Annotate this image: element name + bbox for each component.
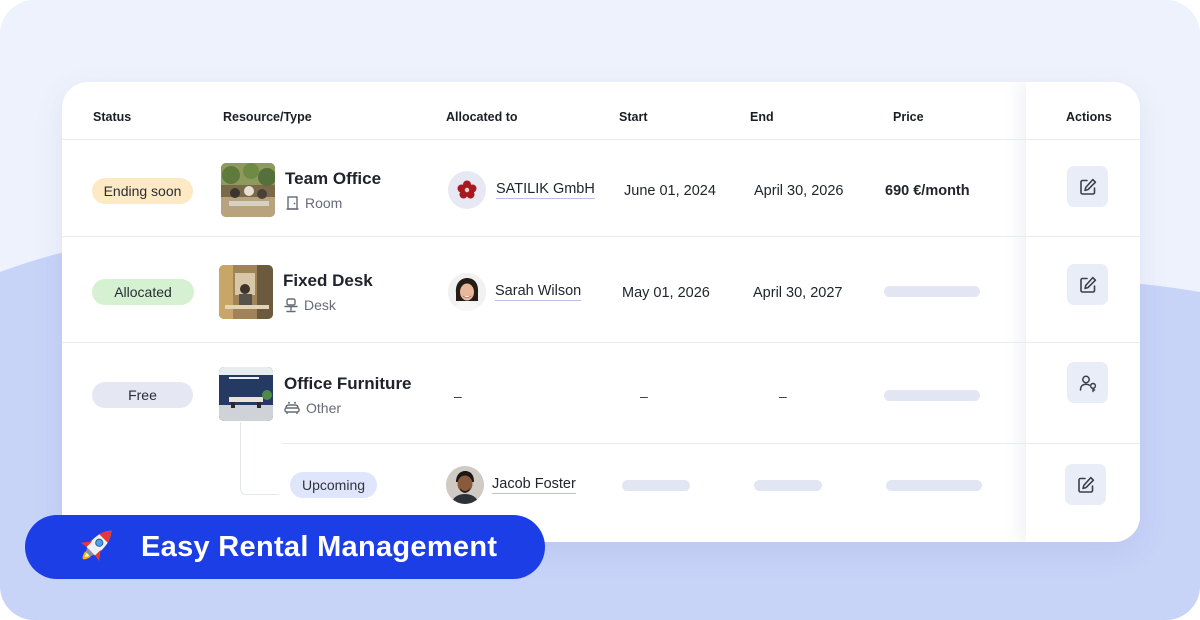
furniture-icon [284,401,300,414]
edit-icon [1079,276,1096,293]
divider [62,236,1140,237]
divider [62,342,1140,343]
rentals-table-card: Status Resource/Type Allocated to Start … [62,82,1140,542]
desk-chair-icon [284,297,298,312]
end-date-placeholder [754,480,822,491]
price-placeholder [886,480,982,491]
start-date-placeholder [622,480,690,491]
status-badge: Ending soon [92,178,193,204]
rocket-icon [80,530,112,562]
promo-banner: Easy Rental Management [25,515,545,579]
start-date: June 01, 2024 [624,183,716,199]
allocated-to-empty: – [454,388,462,404]
avatar [446,466,484,504]
resource-type: Room [286,195,342,211]
resource-type-label: Desk [304,297,336,313]
status-badge: Free [92,382,193,408]
door-icon [286,196,299,210]
assign-user-icon [1079,375,1096,392]
resource-thumbnail [219,265,273,319]
avatar [448,273,486,311]
banner-title: Easy Rental Management [141,530,498,563]
divider [62,139,1140,140]
subrow-connector [240,422,279,495]
end-date: April 30, 2026 [754,183,844,199]
start-date-empty: – [640,388,648,404]
allocated-to-link[interactable]: Sarah Wilson [495,283,582,301]
end-date: April 30, 2027 [753,285,843,301]
header-price[interactable]: Price [893,110,924,124]
resource-name[interactable]: Office Furniture [284,374,412,394]
header-allocated-to[interactable]: Allocated to [446,110,518,124]
price-placeholder [884,390,980,401]
header-status[interactable]: Status [93,110,131,124]
price: 690 €/month [885,183,970,199]
allocated-to-link[interactable]: Jacob Foster [492,476,576,494]
header-end[interactable]: End [750,110,774,124]
start-date: May 01, 2026 [622,285,710,301]
edit-button[interactable] [1067,264,1108,305]
edit-icon [1077,476,1094,493]
header-actions: Actions [1066,110,1112,124]
resource-name[interactable]: Fixed Desk [283,271,373,291]
end-date-empty: – [779,388,787,404]
edit-button[interactable] [1067,166,1108,207]
edit-button[interactable] [1065,464,1106,505]
assign-user-button[interactable] [1067,362,1108,403]
status-badge: Allocated [92,279,194,305]
resource-thumbnail [221,163,275,217]
edit-icon [1079,178,1096,195]
allocated-to-link[interactable]: SATILIK GmbH [496,181,595,199]
header-resource-type[interactable]: Resource/Type [223,110,312,124]
resource-type: Desk [284,297,336,313]
resource-type-label: Other [306,400,342,416]
company-logo [448,171,486,209]
resource-type-label: Room [305,195,343,211]
resource-name[interactable]: Team Office [285,169,381,189]
resource-type: Other [284,400,341,416]
header-start[interactable]: Start [619,110,647,124]
price-placeholder [884,286,980,297]
divider [282,443,1140,444]
resource-thumbnail [219,367,273,421]
status-badge: Upcoming [290,472,377,498]
